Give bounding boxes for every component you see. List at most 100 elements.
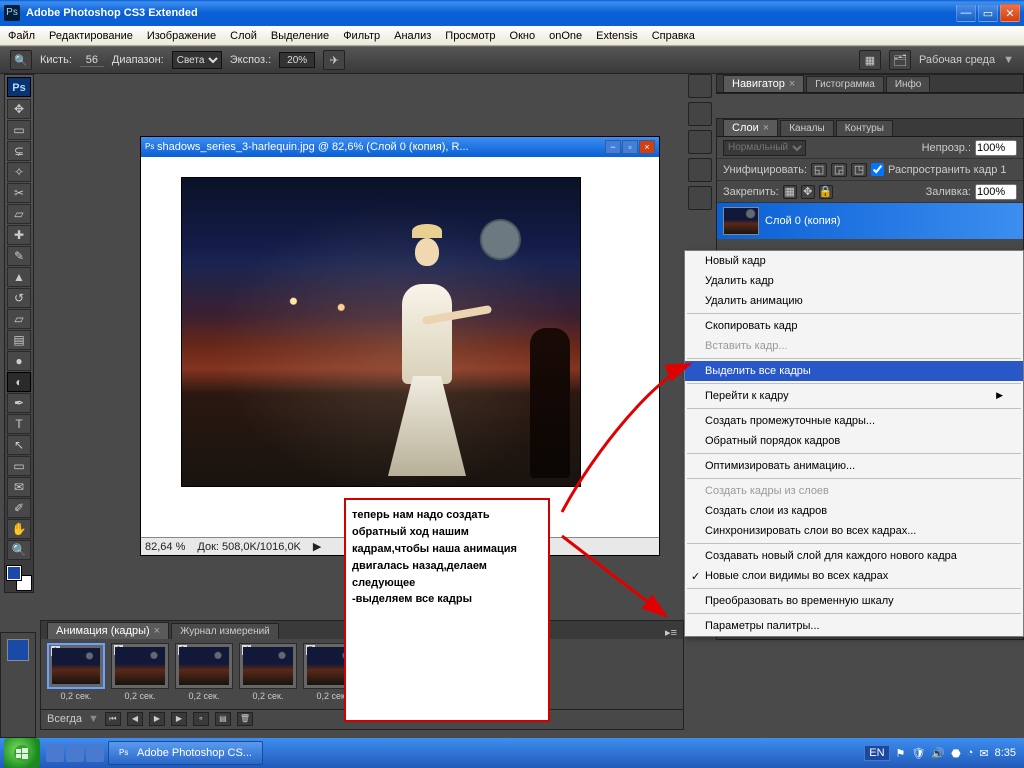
path-tool[interactable]: ↖ [7,435,31,455]
ctx-layers-from-frames[interactable]: Создать слои из кадров [685,501,1023,521]
tab-measurements[interactable]: Журнал измерений [171,623,279,639]
quick-launch-3[interactable] [86,744,104,762]
layer-row[interactable]: Слой 0 (копия) [717,203,1023,239]
ctx-sync-layers[interactable]: Синхронизировать слои во всех кадрах... [685,521,1023,541]
fg-color-swatch[interactable] [7,566,21,580]
ctx-copy-frame[interactable]: Скопировать кадр [685,316,1023,336]
taskbar-app-button[interactable]: Ps Adobe Photoshop CS... [108,741,263,765]
lock-position-icon[interactable]: ✥ [801,185,815,199]
shape-tool[interactable]: ▭ [7,456,31,476]
frame-3[interactable]: 30,2 сек. [175,643,233,705]
wand-tool[interactable]: ✧ [7,162,31,182]
frame-4[interactable]: 40,2 сек. [239,643,297,705]
tab-info[interactable]: Инфо [886,76,931,92]
menu-edit[interactable]: Редактирование [49,30,133,42]
fill-input[interactable] [975,184,1017,200]
doc-maximize-button[interactable]: ▫ [622,140,638,154]
start-button[interactable] [4,738,40,768]
range-select[interactable]: Света [172,51,222,69]
opt-icon-2[interactable]: 🗂 [889,50,911,70]
zoom-level[interactable]: 82,64 % [145,541,185,553]
propagate-checkbox[interactable] [871,163,884,176]
menu-view[interactable]: Просмотр [445,30,495,42]
crop-tool[interactable]: ✂ [7,183,31,203]
tween-button[interactable]: ⚬ [193,712,209,726]
blend-mode-select[interactable]: Нормальный [723,140,806,156]
brush-size[interactable]: 56 [80,54,104,67]
tab-layers[interactable]: Слои× [723,119,778,136]
panel-icon-4[interactable] [688,158,712,182]
doc-info-chevron-icon[interactable]: ▶ [313,540,321,553]
menu-window[interactable]: Окно [510,30,536,42]
tray-icon-1[interactable]: ⚑ [896,747,906,760]
menu-filter[interactable]: Фильтр [343,30,380,42]
workspace-label[interactable]: Рабочая среда [919,54,995,66]
exposure-input[interactable] [279,52,315,68]
color-panel-collapsed[interactable] [0,632,36,738]
panel-icon-2[interactable] [688,102,712,126]
delete-frame-button[interactable]: 🗑 [237,712,253,726]
pen-tool[interactable]: ✒ [7,393,31,413]
menu-analysis[interactable]: Анализ [394,30,431,42]
quick-launch-2[interactable] [66,744,84,762]
language-indicator[interactable]: EN [864,745,889,761]
taskbar-clock[interactable]: 8:35 [995,747,1016,759]
prev-frame-button[interactable]: ◀ [127,712,143,726]
slice-tool[interactable]: ▱ [7,204,31,224]
menu-layer[interactable]: Слой [230,30,257,42]
frame-1[interactable]: 10,2 сек. [47,643,105,705]
tab-histogram[interactable]: Гистограмма [806,76,884,92]
hand-tool[interactable]: ✋ [7,519,31,539]
quick-launch-1[interactable] [46,744,64,762]
blur-tool[interactable]: ● [7,351,31,371]
doc-close-button[interactable]: × [639,140,655,154]
tray-icon-5[interactable]: ✉ [979,747,988,760]
tab-channels[interactable]: Каналы [780,120,834,136]
minimize-button[interactable]: — [956,4,976,22]
menu-select[interactable]: Выделение [271,30,329,42]
ctx-new-layer-each[interactable]: Создавать новый слой для каждого нового … [685,546,1023,566]
workspace-chevron-icon[interactable]: ▼ [1003,54,1014,66]
brush-tool[interactable]: ✎ [7,246,31,266]
menu-extensis[interactable]: Extensis [596,30,638,42]
ctx-select-all-frames[interactable]: Выделить все кадры [685,361,1023,381]
doc-minimize-button[interactable]: − [605,140,621,154]
lock-pixels-icon[interactable]: ▦ [783,185,797,199]
panel-menu-icon[interactable]: ▸≡ [659,626,683,639]
lasso-tool[interactable]: ⊊ [7,141,31,161]
unify-icon-2[interactable]: ◲ [831,163,847,177]
tab-navigator[interactable]: Навигатор× [723,75,804,92]
marquee-tool[interactable]: ▭ [7,120,31,140]
airbrush-icon[interactable]: ✈ [323,50,345,70]
heal-tool[interactable]: ✚ [7,225,31,245]
opacity-input[interactable] [975,140,1017,156]
menu-onone[interactable]: onOne [549,30,582,42]
opt-icon-1[interactable]: ▦ [859,50,881,70]
ctx-new-frame[interactable]: Новый кадр [685,251,1023,271]
tab-animation[interactable]: Анимация (кадры)× [47,622,169,639]
new-frame-button[interactable]: ▤ [215,712,231,726]
ctx-delete-animation[interactable]: Удалить анимацию [685,291,1023,311]
panel-icon-5[interactable] [688,186,712,210]
eyedropper-tool[interactable]: ✐ [7,498,31,518]
ctx-palette-options[interactable]: Параметры палитры... [685,616,1023,636]
tray-icon-2[interactable]: 🛡 [911,747,925,760]
color-swatches[interactable] [7,566,31,590]
first-frame-button[interactable]: ⏮ [105,712,121,726]
tool-preset-icon[interactable]: 🔍 [10,50,32,70]
stamp-tool[interactable]: ▲ [7,267,31,287]
panel-icon-3[interactable] [688,130,712,154]
tray-icon-4[interactable]: ◔ [967,747,974,759]
eraser-tool[interactable]: ▱ [7,309,31,329]
maximize-button[interactable]: ▭ [978,4,998,22]
document-canvas[interactable] [141,157,659,537]
dodge-tool[interactable]: ◐ [7,372,31,392]
type-tool[interactable]: T [7,414,31,434]
tab-paths[interactable]: Контуры [836,120,893,136]
menu-help[interactable]: Справка [652,30,695,42]
ctx-goto-frame[interactable]: Перейти к кадру [685,386,1023,406]
gradient-tool[interactable]: ▤ [7,330,31,350]
close-button[interactable]: ✕ [1000,4,1020,22]
tray-volume-icon[interactable]: 🔊 [931,747,945,760]
unify-icon-3[interactable]: ◳ [851,163,867,177]
